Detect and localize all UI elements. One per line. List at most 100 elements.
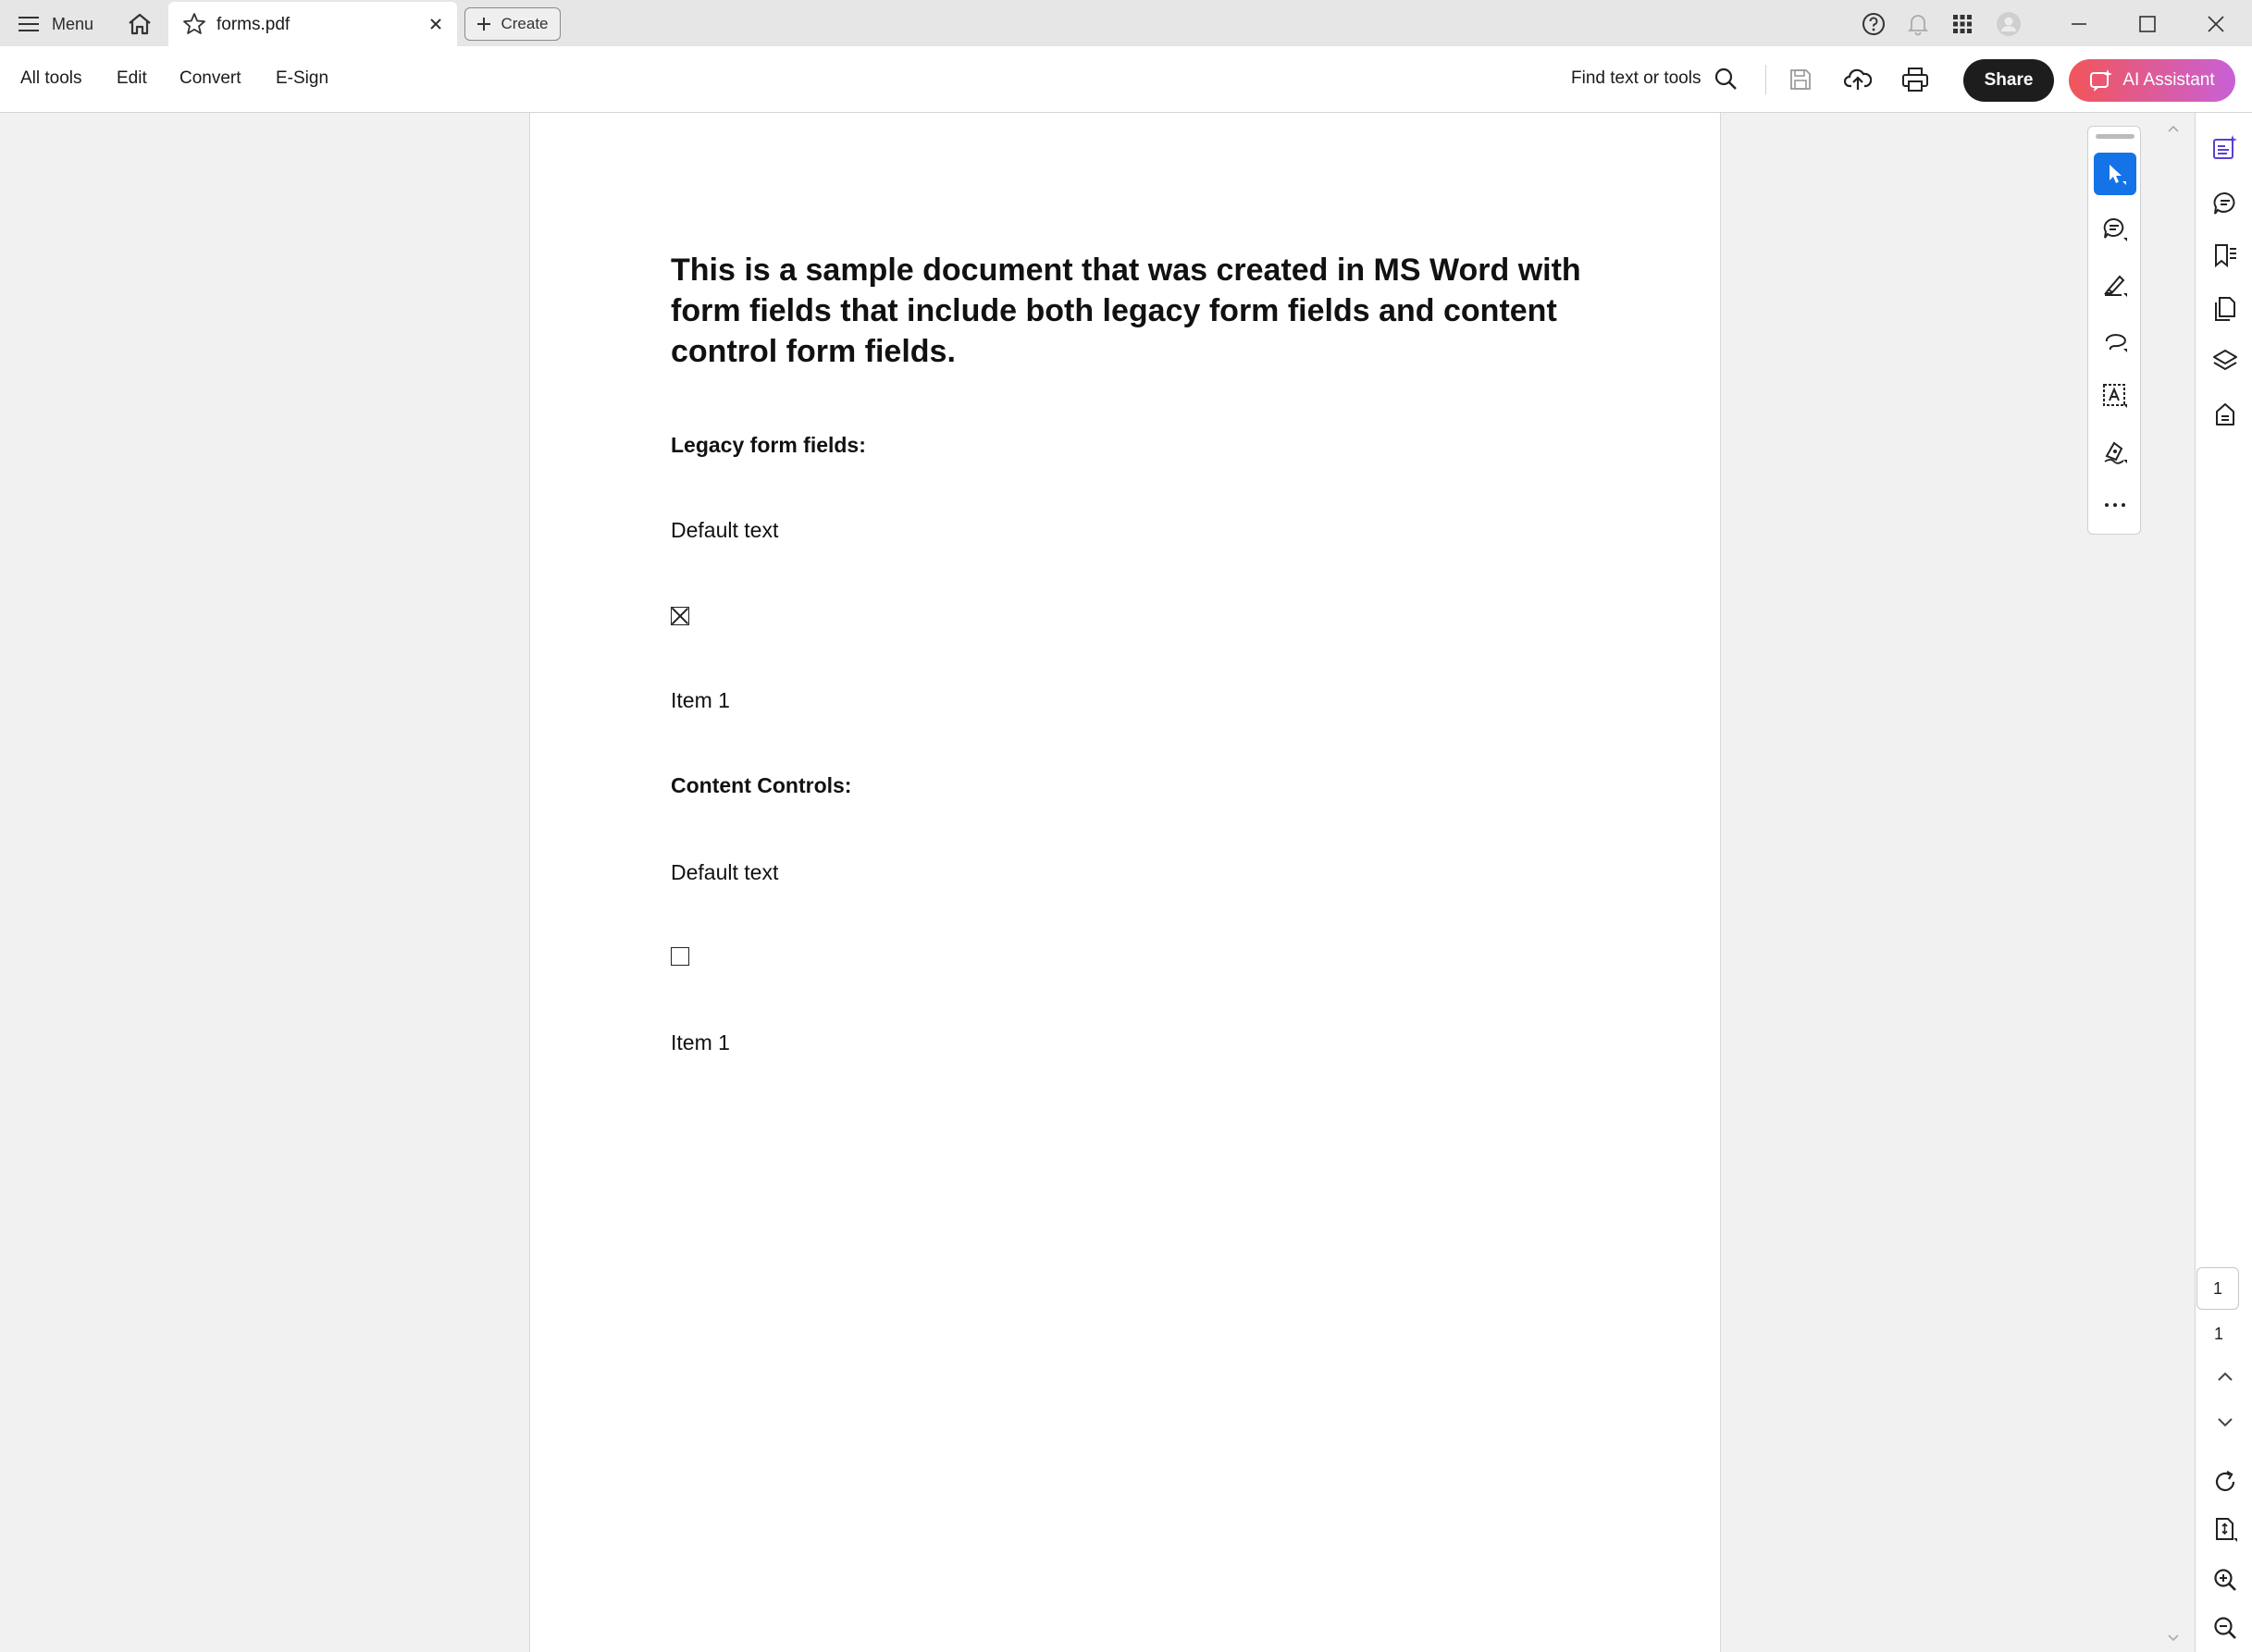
chevron-up-icon [2218,1372,2233,1381]
ai-assistant-icon [2090,69,2113,92]
text-box-tool-button[interactable] [2094,375,2136,417]
apps-button[interactable] [1947,9,1978,39]
nav-all-tools[interactable]: All tools [20,68,82,89]
minimize-icon [2072,23,2086,25]
nav-convert[interactable]: Convert [179,68,241,89]
legacy-text-field[interactable]: Default text [671,518,778,543]
chevron-down-icon [2218,1418,2233,1427]
pen-sign-icon [2104,441,2127,464]
right-side-panel [2195,113,2252,1652]
legacy-dropdown[interactable]: Item 1 [671,688,730,713]
bookmarks-panel-button[interactable] [2209,239,2242,272]
zoom-in-icon [2214,1569,2236,1591]
star-icon[interactable] [181,11,207,37]
comment-tool-button[interactable] [2094,208,2136,251]
pages-icon [2215,297,2235,321]
page-down-button[interactable] [2209,1406,2242,1439]
notifications-button[interactable] [1902,9,1934,39]
cloud-upload-icon [1844,68,1872,90]
content-text-field[interactable]: Default text [671,860,778,885]
printer-icon [1902,68,1928,92]
home-button[interactable] [124,8,155,40]
main-toolbar: All tools Edit Convert E-Sign Find text … [0,46,2252,113]
content-dropdown[interactable]: Item 1 [671,1030,730,1055]
apps-grid-icon [1953,15,1972,33]
page-total: 1 [2213,1325,2223,1343]
pdf-page: This is a sample document that was creat… [529,113,1721,1652]
tab-label: forms.pdf [217,15,291,34]
scroll-down-arrow-icon[interactable] [2167,1634,2180,1643]
content-checkbox[interactable] [671,947,689,966]
ai-summary-icon [2213,135,2237,159]
close-window-icon [2208,16,2224,32]
help-icon [1862,13,1885,35]
select-tool-button[interactable] [2094,153,2136,195]
menu-label: Menu [52,14,94,33]
quick-tools-rail [2087,126,2141,535]
content-controls-heading: Content Controls: [671,773,852,797]
bell-icon [1907,15,1929,36]
share-button[interactable]: Share [1963,59,2054,102]
toolbar-separator [1765,65,1766,94]
save-button[interactable] [1784,63,1817,96]
legacy-heading: Legacy form fields: [671,433,866,457]
zoom-out-icon [2214,1617,2236,1639]
create-button[interactable]: Create [464,7,561,41]
help-button[interactable] [1858,9,1889,39]
find-tools-button[interactable]: Find text or tools [1571,67,1738,91]
ai-assistant-label: AI Assistant [2122,70,2215,90]
zoom-in-button[interactable] [2209,1563,2242,1597]
draw-tool-button[interactable] [2094,319,2136,362]
pages-panel-button[interactable] [2209,292,2242,326]
nav-edit[interactable]: Edit [117,68,147,89]
avatar-icon [1997,12,2021,36]
page-up-button[interactable] [2209,1360,2242,1393]
page-scroll-icon [2216,1518,2237,1542]
zoom-out-button[interactable] [2209,1611,2242,1645]
highlighter-icon [2104,275,2127,297]
comments-panel-button[interactable] [2209,187,2242,220]
document-title: This is a sample document that was creat… [671,253,1581,369]
document-tab[interactable]: forms.pdf [168,2,457,46]
vertical-scrollbar[interactable] [2161,113,2184,1652]
maximize-button[interactable] [2132,9,2163,39]
attachments-panel-button[interactable] [2209,398,2242,431]
save-icon [1790,69,1811,90]
scroll-up-arrow-icon[interactable] [2167,124,2180,133]
rotate-icon [2215,1471,2235,1492]
comments-panel-icon [2213,191,2235,215]
close-tab-icon[interactable] [426,14,446,34]
maximize-icon [2139,16,2156,32]
profile-button[interactable] [1993,9,2024,39]
hamburger-icon [19,17,39,31]
print-button[interactable] [1899,63,1932,96]
cursor-icon [2110,165,2126,185]
layers-panel-button[interactable] [2209,344,2242,377]
legacy-checkbox[interactable] [671,607,689,625]
rotate-button[interactable] [2209,1465,2242,1498]
plus-icon [477,18,491,31]
menu-button[interactable]: Menu [19,9,93,39]
bookmark-icon [2215,244,2236,268]
page-number-input[interactable]: 1 [2196,1267,2239,1310]
nav-esign[interactable]: E-Sign [276,68,328,89]
minimize-button[interactable] [2063,9,2095,39]
page-display-button[interactable] [2209,1513,2242,1547]
highlight-tool-button[interactable] [2094,264,2136,306]
title-bar: Menu forms.pdf Create [0,0,2252,46]
close-window-button[interactable] [2200,9,2232,39]
rail-drag-handle[interactable] [2096,134,2134,139]
sign-tool-button[interactable] [2094,430,2136,473]
search-icon [1715,68,1738,90]
text-box-icon [2103,384,2127,408]
home-icon [129,13,151,35]
upload-button[interactable] [1841,63,1875,96]
create-label: Create [501,15,549,32]
ai-assistant-button[interactable]: AI Assistant [2069,59,2235,102]
more-icon [2105,503,2125,507]
find-label: Find text or tools [1571,68,1701,88]
ai-summary-button[interactable] [2209,131,2242,165]
document-tag-icon [2216,403,2234,425]
layers-icon [2213,350,2237,370]
more-tools-button[interactable] [2094,484,2136,526]
